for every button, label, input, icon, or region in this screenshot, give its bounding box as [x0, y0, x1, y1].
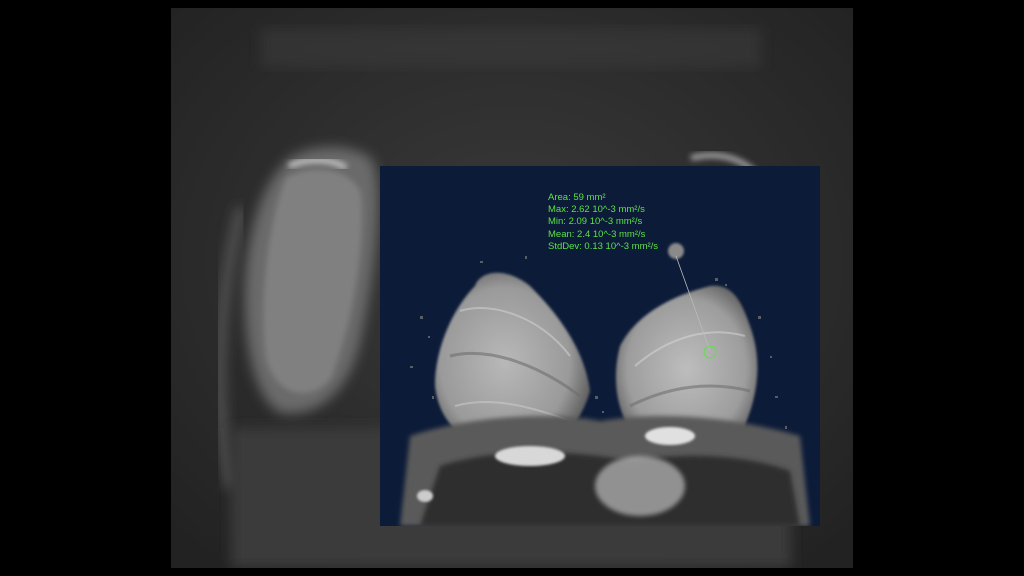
- roi-stddev-label: StdDev: 0.13 10^-3 mm²/s: [548, 240, 659, 252]
- adc-map-inset: Area: 59 mm² Max: 2.62 10^-3 mm²/s Min: …: [380, 166, 820, 526]
- viewer-stage: Area: 59 mm² Max: 2.62 10^-3 mm²/s Min: …: [0, 0, 1024, 576]
- roi-measurement-annotation: Area: 59 mm² Max: 2.62 10^-3 mm²/s Min: …: [548, 192, 658, 253]
- roi-max-label: Max: 2.62 10^-3 mm²/s: [548, 204, 645, 216]
- roi-min-label: Min: 2.09 10^-3 mm²/s: [548, 216, 643, 228]
- roi-area-label: Area: 59 mm²: [548, 192, 606, 203]
- roi-mean-label: Mean: 2.4 10^-3 mm²/s: [548, 228, 646, 240]
